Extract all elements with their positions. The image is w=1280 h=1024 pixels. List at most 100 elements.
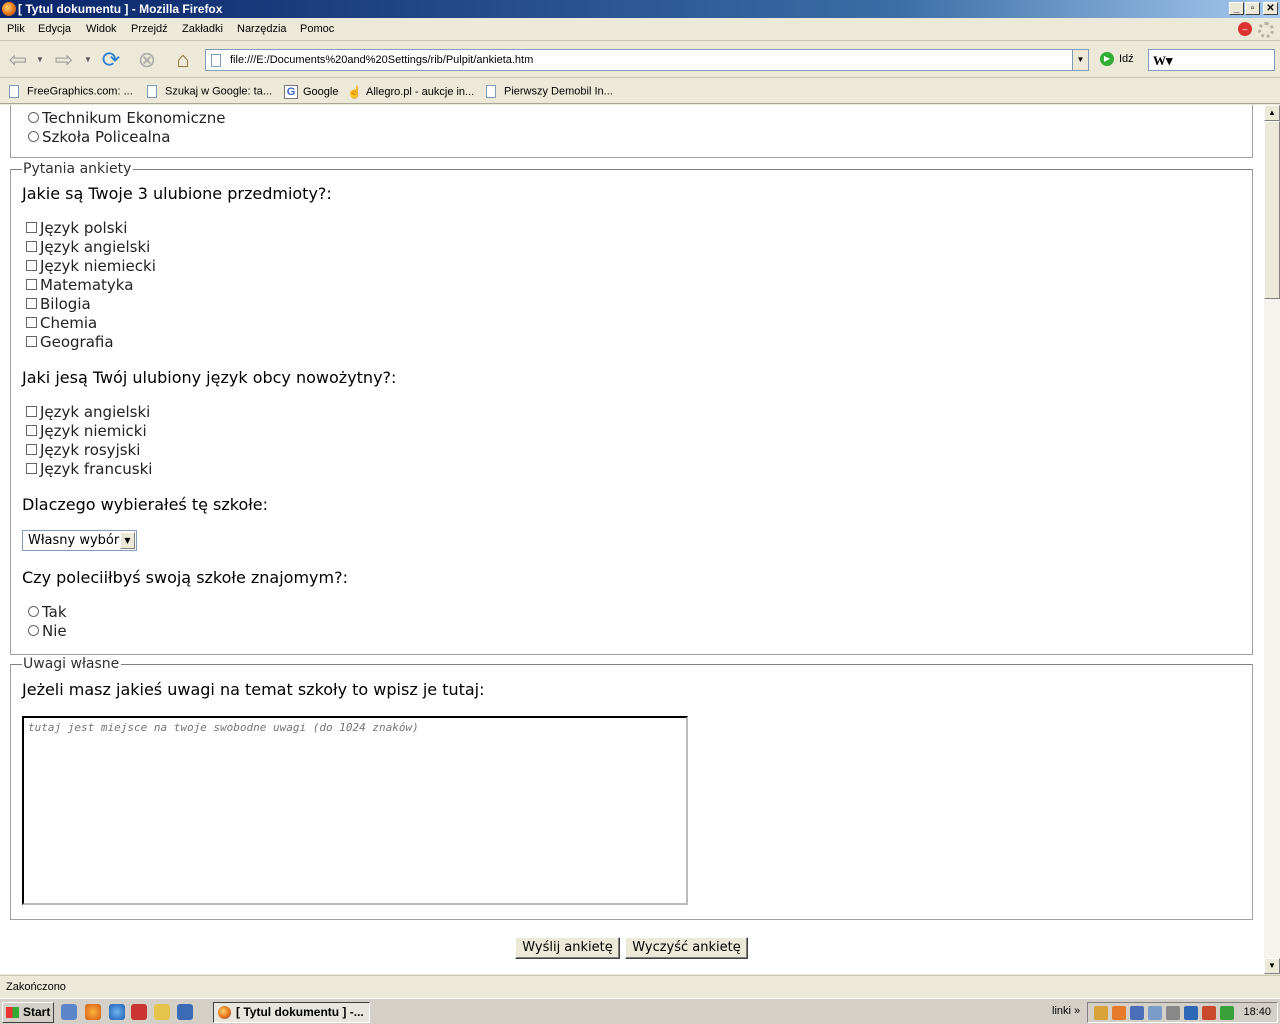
forward-dropdown-icon[interactable]: ▼ bbox=[83, 46, 93, 74]
remarks-textarea[interactable] bbox=[22, 716, 688, 905]
tray-icon[interactable] bbox=[1112, 1006, 1126, 1020]
tray-icon[interactable] bbox=[1148, 1006, 1162, 1020]
radio-button[interactable] bbox=[28, 625, 39, 636]
language-option[interactable]: Język rosyjski bbox=[26, 441, 140, 459]
address-bar[interactable]: ▼ bbox=[205, 49, 1089, 71]
chevron-icon[interactable]: » bbox=[1074, 1005, 1080, 1017]
tray-icon[interactable] bbox=[1166, 1006, 1180, 1020]
fieldset-legend: Uwagi własne bbox=[22, 656, 122, 672]
language-option[interactable]: Język angielski bbox=[26, 403, 150, 421]
option-label: Język polski bbox=[40, 219, 128, 237]
url-input[interactable] bbox=[230, 52, 1070, 68]
checkbox[interactable] bbox=[26, 336, 37, 347]
tray-icon[interactable] bbox=[1130, 1006, 1144, 1020]
subject-option[interactable]: Chemia bbox=[26, 314, 97, 332]
scroll-thumb[interactable] bbox=[1264, 121, 1280, 299]
option-label: Bilogia bbox=[40, 295, 91, 313]
checkbox[interactable] bbox=[26, 298, 37, 309]
wikipedia-search-icon[interactable]: W▾ bbox=[1153, 53, 1173, 69]
stop-icon[interactable]: ⊗ bbox=[133, 46, 161, 74]
language-option[interactable]: Język francuski bbox=[26, 460, 152, 478]
menu-plik[interactable]: Plik bbox=[7, 23, 25, 35]
school-option[interactable]: Technikum Ekonomiczne bbox=[26, 109, 226, 127]
checkbox[interactable] bbox=[26, 279, 37, 290]
taskbar-firefox-task[interactable]: [ Tytul dokumentu ] -... bbox=[213, 1002, 370, 1023]
radio-button[interactable] bbox=[28, 606, 39, 617]
tray-icon[interactable] bbox=[1184, 1006, 1198, 1020]
checkbox[interactable] bbox=[26, 406, 37, 417]
scroll-down-icon[interactable]: ▼ bbox=[1264, 958, 1280, 974]
subject-option[interactable]: Matematyka bbox=[26, 276, 133, 294]
tray-icon[interactable] bbox=[1220, 1006, 1234, 1020]
url-dropdown-icon[interactable]: ▼ bbox=[1072, 50, 1088, 70]
menu-widok[interactable]: Widok bbox=[86, 23, 117, 35]
reset-survey-button[interactable]: Wyczyść ankietę bbox=[625, 937, 748, 959]
tray-icon[interactable] bbox=[1094, 1006, 1108, 1020]
stop-sign-icon[interactable]: – bbox=[1238, 22, 1252, 36]
radio-button[interactable] bbox=[28, 131, 39, 142]
checkbox[interactable] bbox=[26, 222, 37, 233]
option-label: Język niemiecki bbox=[40, 257, 156, 275]
search-box[interactable]: W▾ bbox=[1148, 49, 1275, 71]
language-option[interactable]: Język niemicki bbox=[26, 422, 147, 440]
start-button[interactable]: Start bbox=[2, 1002, 54, 1023]
desktop-icon[interactable] bbox=[61, 1004, 77, 1020]
chevron-down-icon[interactable]: ▼ bbox=[120, 532, 135, 549]
bookmark-item[interactable]: ☝ Allegro.pl - aukcje in... bbox=[347, 85, 474, 99]
checkbox[interactable] bbox=[26, 317, 37, 328]
bookmark-item[interactable]: G Google bbox=[284, 85, 338, 99]
checkbox[interactable] bbox=[26, 241, 37, 252]
subject-option[interactable]: Bilogia bbox=[26, 295, 91, 313]
scroll-up-icon[interactable]: ▲ bbox=[1264, 105, 1280, 121]
bookmark-item[interactable]: FreeGraphics.com: ... bbox=[9, 85, 133, 98]
app-quicklaunch-icon[interactable] bbox=[177, 1004, 193, 1020]
close-button[interactable]: ✕ bbox=[1263, 2, 1278, 15]
tray-icon[interactable] bbox=[1202, 1006, 1216, 1020]
menu-przejdz[interactable]: Przejdź bbox=[131, 23, 168, 35]
radio-button[interactable] bbox=[28, 112, 39, 123]
subject-option[interactable]: Geografia bbox=[26, 333, 114, 351]
back-dropdown-icon[interactable]: ▼ bbox=[35, 46, 45, 74]
submit-survey-button[interactable]: Wyślij ankietę bbox=[515, 937, 620, 959]
question-remarks: Jeżeli masz jakieś uwagi na temat szkoły… bbox=[22, 680, 485, 699]
links-toolbar[interactable]: linki » bbox=[1052, 1005, 1080, 1017]
forward-arrow-icon[interactable]: ⇨ bbox=[50, 46, 78, 74]
restore-button[interactable]: ▫ bbox=[1245, 2, 1260, 15]
firefox-quicklaunch-icon[interactable] bbox=[85, 1004, 101, 1020]
checkbox[interactable] bbox=[26, 425, 37, 436]
school-option[interactable]: Szkoła Policealna bbox=[26, 128, 171, 146]
menu-zakladki[interactable]: Zakładki bbox=[182, 23, 223, 35]
bookmarks-toolbar: FreeGraphics.com: ... Szukaj w Google: t… bbox=[0, 79, 1280, 104]
page-content: Technikum Ekonomiczne Szkoła Policealna … bbox=[0, 105, 1264, 974]
minimize-button[interactable]: _ bbox=[1229, 2, 1244, 15]
subject-option[interactable]: Język polski bbox=[26, 219, 127, 237]
reason-select[interactable]: Własny wybór ▼ bbox=[22, 530, 137, 551]
activity-throbber-icon bbox=[1258, 22, 1274, 38]
ie-quicklaunch-icon[interactable] bbox=[109, 1004, 125, 1020]
menu-narzedzia[interactable]: Narzędzia bbox=[237, 23, 287, 35]
bookmark-label: Pierwszy Demobil In... bbox=[504, 85, 613, 98]
menu-bar: Plik Edycja Widok Przejdź Zakładki Narzę… bbox=[0, 19, 1280, 41]
vertical-scrollbar[interactable]: ▲ ▼ bbox=[1264, 105, 1280, 974]
bookmark-item[interactable]: Szukaj w Google: ta... bbox=[147, 85, 272, 98]
go-button[interactable]: ▶ Idź bbox=[1100, 52, 1134, 66]
checkbox[interactable] bbox=[26, 444, 37, 455]
status-text: Zakończono bbox=[6, 981, 66, 993]
recommend-option-yes[interactable]: Tak bbox=[26, 603, 67, 621]
go-arrow-icon: ▶ bbox=[1100, 52, 1114, 66]
menu-pomoc[interactable]: Pomoc bbox=[300, 23, 334, 35]
title-bar[interactable]: [ Tytul dokumentu ] - Mozilla Firefox _ … bbox=[0, 0, 1280, 18]
home-icon[interactable]: ⌂ bbox=[169, 46, 197, 74]
folder-quicklaunch-icon[interactable] bbox=[154, 1004, 170, 1020]
subject-option[interactable]: Język angielski bbox=[26, 238, 150, 256]
menu-edycja[interactable]: Edycja bbox=[38, 23, 71, 35]
subject-option[interactable]: Język niemiecki bbox=[26, 257, 156, 275]
back-arrow-icon[interactable]: ⇦ bbox=[4, 46, 32, 74]
question-why-school: Dlaczego wybierałeś tę szkołe: bbox=[22, 495, 269, 514]
app-quicklaunch-icon[interactable] bbox=[131, 1004, 147, 1020]
checkbox[interactable] bbox=[26, 463, 37, 474]
recommend-option-no[interactable]: Nie bbox=[26, 622, 67, 640]
checkbox[interactable] bbox=[26, 260, 37, 271]
bookmark-item[interactable]: Pierwszy Demobil In... bbox=[486, 85, 613, 98]
reload-icon[interactable]: ⟳ bbox=[97, 46, 125, 74]
